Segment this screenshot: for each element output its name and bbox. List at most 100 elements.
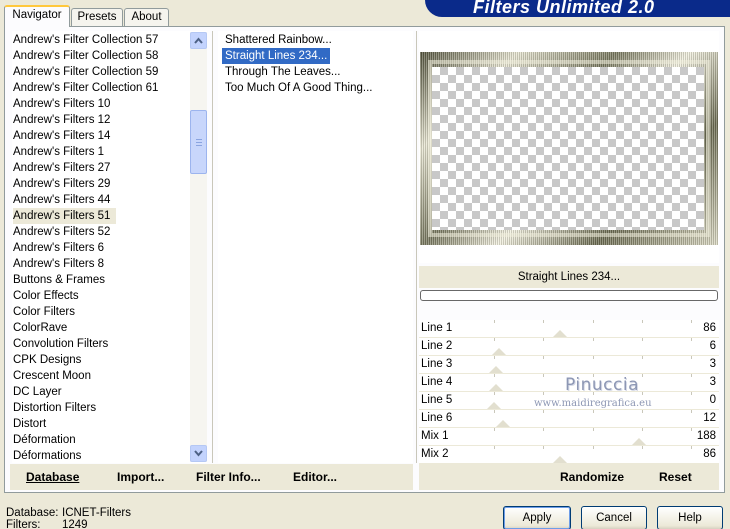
status-filters-value: 1249 — [62, 519, 88, 529]
slider-tick — [641, 410, 643, 413]
slider-label: Line 6 — [421, 412, 453, 424]
filter-item[interactable]: Through The Leaves... — [222, 64, 344, 80]
slider-thumb[interactable] — [632, 438, 647, 445]
slider-tick — [691, 374, 692, 377]
slider-thumb[interactable] — [553, 456, 568, 463]
slider-thumb[interactable] — [496, 420, 511, 427]
slider-tick — [592, 356, 594, 359]
category-item[interactable]: Andrew's Filters 1 — [13, 144, 104, 160]
category-item[interactable]: Andrew's Filters 10 — [13, 96, 110, 112]
banner-title: Filters Unlimited 2.0 — [473, 0, 655, 17]
slider-value: 188 — [696, 430, 716, 442]
watermark-url: www.maidiregrafica.eu — [534, 398, 652, 409]
slider-row[interactable]: Mix 2 86 — [419, 446, 719, 464]
category-item[interactable]: Andrew's Filter Collection 61 — [13, 80, 158, 96]
chevron-down-icon — [194, 450, 203, 457]
slider-row[interactable]: Line 2 6 — [419, 338, 719, 356]
status-filters: Filters: 1249 — [6, 519, 88, 529]
slider-tick — [494, 356, 495, 359]
category-item[interactable]: Andrew's Filters 14 — [13, 128, 110, 144]
watermark-name: Pinuccia — [565, 375, 639, 395]
scroll-thumb[interactable] — [190, 110, 207, 174]
category-scrollbar[interactable] — [190, 32, 207, 462]
category-item[interactable]: Andrew's Filters 6 — [13, 240, 104, 256]
filter-item[interactable]: Too Much Of A Good Thing... — [222, 80, 375, 96]
slider-tick — [494, 410, 495, 413]
category-item[interactable]: Déformation — [13, 432, 76, 448]
scroll-down-button[interactable] — [190, 445, 207, 462]
slider-row[interactable]: Mix 1 188 — [419, 428, 719, 446]
slider-thumb[interactable] — [491, 348, 506, 355]
category-item[interactable]: Andrew's Filters 44 — [13, 192, 110, 208]
slider-tick — [592, 446, 594, 449]
slider-label: Line 3 — [421, 358, 453, 370]
category-item[interactable]: Convolution Filters — [13, 336, 108, 352]
category-item[interactable]: Buttons & Frames — [13, 272, 105, 288]
chevron-up-icon — [194, 37, 203, 44]
slider-tick — [641, 446, 643, 449]
transparency-checkerboard — [432, 67, 704, 230]
editor-button[interactable]: Editor... — [293, 470, 337, 484]
slider-track[interactable] — [491, 338, 692, 355]
category-item[interactable]: Andrew's Filter Collection 57 — [13, 32, 158, 48]
slider-track[interactable] — [494, 428, 692, 445]
slider-thumb[interactable] — [489, 384, 504, 391]
slider-track[interactable] — [489, 356, 692, 373]
category-item[interactable]: Color Effects — [13, 288, 79, 304]
category-item[interactable]: DC Layer — [13, 384, 62, 400]
tab-navigator[interactable]: Navigator — [4, 5, 70, 27]
slider-row[interactable]: Line 3 3 — [419, 356, 719, 374]
slider-track[interactable] — [494, 410, 692, 427]
category-item[interactable]: Andrew's Filters 27 — [13, 160, 110, 176]
slider-row[interactable]: Line 1 86 — [419, 320, 719, 338]
apply-button[interactable]: Apply — [503, 506, 571, 529]
slider-row[interactable]: Line 6 12 — [419, 410, 719, 428]
import-button[interactable]: Import... — [117, 470, 164, 484]
category-list[interactable]: Andrew's Filter Collection 57 Andrew's Fi… — [12, 31, 207, 463]
category-item[interactable]: Andrew's Filters 12 — [13, 112, 110, 128]
tab-presets[interactable]: Presets — [71, 8, 123, 26]
category-item[interactable]: Déformations — [13, 448, 81, 463]
help-button[interactable]: Help — [657, 506, 723, 529]
category-item[interactable]: Distort — [13, 416, 46, 432]
category-item[interactable]: Distortion Filters — [13, 400, 96, 416]
slider-tick — [543, 320, 545, 323]
filter-item[interactable]: Straight Lines 234... — [220, 47, 332, 65]
slider-thumb[interactable] — [489, 366, 504, 373]
status-database: Database: ICNET-Filters — [6, 507, 131, 519]
category-item[interactable]: Andrew's Filters 52 — [13, 224, 110, 240]
scroll-up-button[interactable] — [190, 32, 207, 49]
category-item[interactable]: ColorRave — [13, 320, 67, 336]
slider-label: Line 5 — [421, 394, 453, 406]
category-item[interactable]: Andrew's Filters 29 — [13, 176, 110, 192]
database-button[interactable]: Database — [26, 470, 79, 484]
category-item[interactable]: Crescent Moon — [13, 368, 91, 384]
cancel-button[interactable]: Cancel — [581, 506, 647, 529]
category-item[interactable]: Andrew's Filters 8 — [13, 256, 104, 272]
slider-thumb[interactable] — [553, 330, 568, 337]
category-item[interactable]: Andrew's Filter Collection 59 — [13, 64, 158, 80]
slider-tick — [592, 410, 594, 413]
slider-value: 12 — [703, 412, 716, 424]
filter-list[interactable]: Shattered Rainbow... Straight Lines 234..… — [218, 31, 413, 463]
selected-filter-name: Straight Lines 234... — [419, 266, 719, 288]
slider-label: Mix 2 — [421, 448, 449, 460]
tab-about[interactable]: About — [124, 8, 169, 26]
category-item[interactable]: Andrew's Filter Collection 58 — [13, 48, 158, 64]
status-filters-label: Filters: — [6, 519, 41, 529]
reset-button[interactable]: Reset — [659, 470, 692, 484]
filter-info-button[interactable]: Filter Info... — [196, 470, 261, 484]
slider-tick — [641, 356, 643, 359]
slider-track[interactable] — [494, 446, 692, 463]
category-item[interactable]: Color Filters — [13, 304, 75, 320]
slider-tick — [494, 392, 495, 395]
category-item[interactable]: Andrew's Filters 51 — [13, 208, 117, 224]
slider-track[interactable] — [494, 320, 692, 337]
randomize-button[interactable]: Randomize — [560, 470, 624, 484]
slider-thumb[interactable] — [487, 402, 501, 409]
slider-value: 3 — [709, 358, 716, 370]
slider-tick — [641, 338, 643, 341]
slider-tick — [691, 428, 692, 431]
category-item[interactable]: CPK Designs — [13, 352, 81, 368]
filter-item[interactable]: Shattered Rainbow... — [222, 32, 335, 48]
